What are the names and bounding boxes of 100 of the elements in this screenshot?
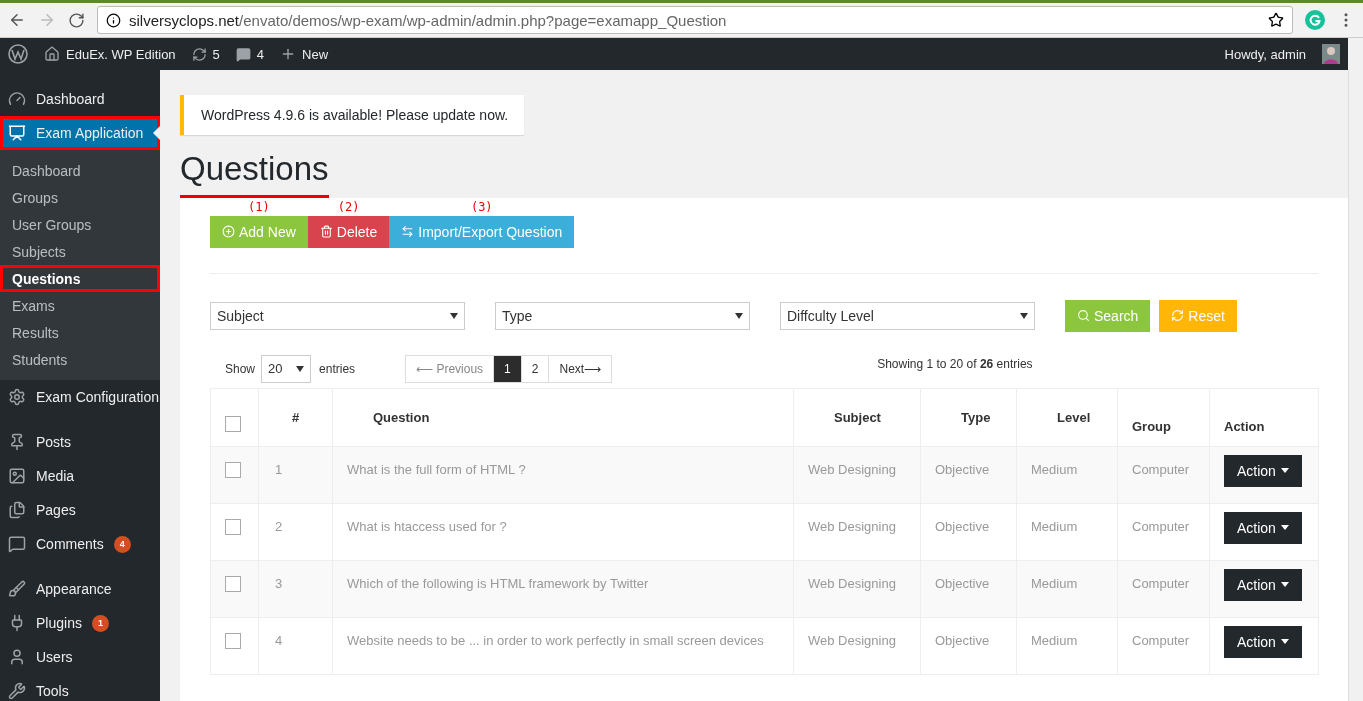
sidebar-item[interactable]: Tools (0, 674, 160, 701)
submenu-item[interactable]: User Groups (0, 211, 160, 238)
submenu-item[interactable]: Results (0, 319, 160, 346)
submenu-item[interactable]: Dashboard (0, 157, 160, 184)
speech-bubble-icon (235, 46, 251, 62)
avatar-icon[interactable] (1322, 44, 1340, 64)
info-icon[interactable] (106, 12, 121, 28)
wrench-icon (8, 682, 26, 700)
brush-icon (8, 580, 26, 598)
table-cell: Objective (935, 575, 990, 591)
action-dropdown[interactable]: Action (1224, 511, 1302, 544)
page-size-select[interactable]: 20 (261, 354, 312, 383)
action-dropdown[interactable]: Action (1224, 454, 1302, 487)
table-cell: 3 (275, 575, 283, 591)
select-all-checkbox[interactable] (225, 415, 241, 432)
caret-icon (1280, 524, 1289, 531)
logo-icon[interactable] (8, 44, 28, 64)
table-cell: Computer (1132, 632, 1190, 648)
sidebar-item[interactable]: Pages (0, 493, 160, 527)
table-cell: Web Designing (808, 518, 896, 534)
caret-icon (1280, 581, 1289, 588)
star-icon[interactable] (1268, 12, 1284, 28)
table-cell: Which of the following is HTML framework by Twitter (347, 575, 649, 591)
extension-icon[interactable] (1305, 10, 1325, 30)
entries-info: Showing 1 to 20 of 26 entries (877, 356, 1033, 371)
column-header: # (291, 409, 300, 425)
table-cell: Computer (1132, 575, 1190, 591)
table-cell: Objective (935, 461, 990, 477)
table-cell: Medium (1031, 575, 1078, 591)
menu-pointer (153, 126, 160, 140)
sidebar-item[interactable]: Exam Application (0, 116, 160, 150)
column-header: Question (373, 409, 430, 425)
annotation-label: (1) (248, 200, 270, 213)
table-cell: Web Designing (808, 461, 896, 477)
image-icon (8, 467, 26, 485)
refresh-icon (191, 46, 207, 62)
pagination-link[interactable]: Next⟶ (548, 354, 613, 383)
table-cell: 1 (275, 461, 283, 477)
sidebar-item[interactable]: Users (0, 640, 160, 674)
table-cell: Objective (935, 518, 990, 534)
submenu-item[interactable]: Students (0, 346, 160, 373)
submenu-item[interactable]: Groups (0, 184, 160, 211)
table-cell: Objective (935, 632, 990, 648)
address-field[interactable]: silversyclops.net/envato/demos/wp-exam/wp-admin/admin.php?page=examapp_Question (97, 6, 1293, 34)
caret-icon (450, 312, 458, 319)
table-cell: Medium (1031, 461, 1078, 477)
site-link[interactable]: EduEx. WP Edition (44, 46, 176, 62)
plus-circle-icon (222, 225, 235, 239)
table-cell: Web Designing (808, 575, 896, 591)
row-checkbox[interactable] (225, 518, 241, 535)
pagination-link[interactable]: 1 (493, 354, 522, 383)
column-header: Level (1057, 409, 1091, 425)
table-cell: Computer (1132, 461, 1190, 477)
caret-icon (1020, 312, 1028, 319)
action-dropdown[interactable]: Action (1224, 625, 1302, 658)
sidebar-item[interactable]: Exam Configuration (0, 380, 160, 414)
column-header: Subject (834, 409, 881, 425)
filter-select[interactable]: Type (495, 301, 750, 330)
sidebar-item[interactable]: Dashboard (0, 82, 160, 116)
gear-icon (8, 388, 26, 406)
annotation-label: (2) (337, 200, 360, 213)
action-dropdown[interactable]: Action (1224, 568, 1302, 601)
submenu-item[interactable]: Questions (0, 265, 160, 292)
sidebar-item[interactable]: Comments 4 (0, 527, 160, 561)
filter-select[interactable]: Subject (210, 301, 465, 330)
submenu-item[interactable]: Subjects (0, 238, 160, 265)
annotation-label: (3) (470, 200, 493, 213)
row-checkbox[interactable] (225, 632, 241, 649)
speech-bubble-icon (8, 535, 26, 553)
delete-button[interactable]: Delete (307, 215, 390, 248)
sidebar-item[interactable]: Media (0, 459, 160, 493)
show-label: Show (225, 361, 256, 376)
pages-icon (8, 501, 26, 519)
trash-icon (319, 225, 333, 239)
sidebar-item[interactable]: Plugins 1 (0, 606, 160, 640)
row-checkbox[interactable] (225, 575, 241, 592)
table-cell: What is htaccess used for ? (347, 518, 507, 534)
table-cell: 4 (275, 632, 283, 648)
gauge-icon (8, 90, 26, 108)
comments-link[interactable]: 4 (235, 46, 265, 62)
row-checkbox[interactable] (225, 461, 241, 478)
table-cell: 2 (275, 518, 283, 534)
table-cell: Website needs to be ... in order to work perfectly in small screen devices (347, 632, 764, 648)
sidebar-item[interactable]: Posts (0, 425, 160, 459)
filter-select[interactable]: Diffculty Level (780, 301, 1035, 330)
submenu-item[interactable]: Exams (0, 292, 160, 319)
new-link[interactable]: New (280, 46, 329, 62)
pin-icon (8, 433, 26, 451)
updates-link[interactable]: 5 (191, 46, 220, 62)
caret-icon (296, 365, 305, 372)
table-cell: Computer (1132, 518, 1190, 534)
reload-icon[interactable] (68, 11, 85, 29)
table-cell: What is the full form of HTML ? (347, 461, 526, 477)
sidebar-item[interactable]: Appearance (0, 572, 160, 606)
back-icon[interactable] (8, 11, 26, 29)
caret-icon (1280, 467, 1289, 474)
table-cell: Medium (1031, 632, 1078, 648)
column-header: Group (1132, 418, 1171, 434)
account-link[interactable]: Howdy, admin (1224, 46, 1306, 62)
user-icon (8, 648, 26, 666)
